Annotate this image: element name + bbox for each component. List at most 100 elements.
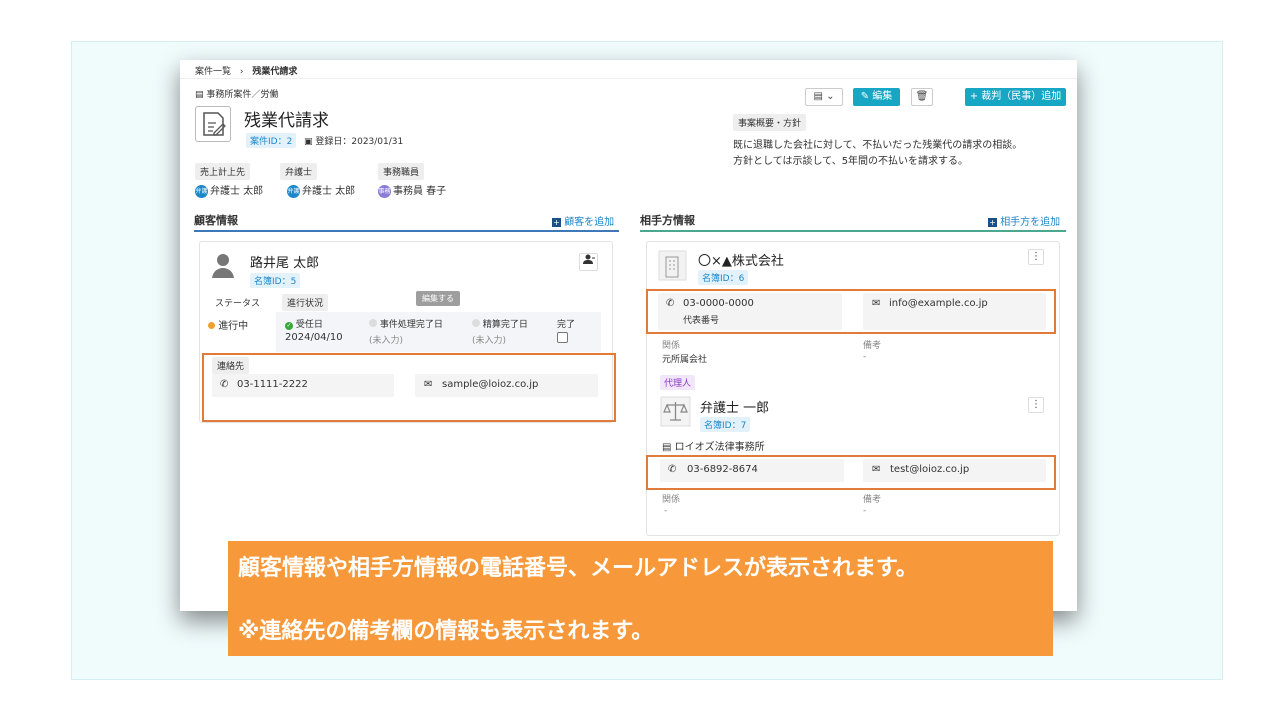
sales-label: 売上計上先	[195, 163, 251, 180]
step-label: 事件処理完了日	[379, 320, 443, 330]
agent-office: ▤ ロイオズ法律事務所	[662, 438, 765, 453]
status-value[interactable]: 進行中	[208, 317, 248, 332]
add-opponent-link[interactable]: + 相手方を追加	[988, 213, 1060, 228]
agent-meibo-id: 名簿ID：7	[700, 417, 751, 432]
more-vertical-icon[interactable]: ⋮	[1028, 249, 1044, 265]
opponent-card	[646, 241, 1060, 536]
breadcrumb-parent[interactable]: 案件一覧	[195, 67, 231, 77]
sales-person[interactable]: 弁護 弁護士 太郎	[195, 182, 263, 198]
person-action-icon[interactable]	[579, 253, 598, 271]
sales-person-name: 弁護士 太郎	[210, 186, 264, 197]
progress-step-1[interactable]: ✓ 受任日	[285, 317, 323, 330]
opponent-note-label: 備考	[863, 341, 882, 351]
customer-section-rule	[194, 230, 619, 232]
avatar: 事務	[378, 184, 391, 198]
more-vertical-icon[interactable]: ⋮	[1028, 397, 1044, 413]
add-customer-link[interactable]: + 顧客を追加	[552, 213, 614, 228]
opponent-relation-value: 元所属会社	[662, 355, 708, 365]
progress-step-2[interactable]: 事件処理完了日	[369, 317, 443, 330]
step-label: 受任日	[295, 320, 323, 330]
company-building-icon	[658, 250, 687, 281]
add-opponent-label: 相手方を追加	[1000, 217, 1061, 228]
step-value: (未入力)	[472, 336, 507, 346]
staff-person[interactable]: 事務 事務員 春子	[378, 182, 446, 198]
opponent-section-rule	[640, 230, 1066, 232]
pending-circle-icon	[472, 319, 480, 327]
avatar: 弁護	[287, 184, 300, 198]
document-menu-button[interactable]: ▤ ⌄	[805, 88, 843, 106]
calendar-icon: ▣	[304, 137, 316, 147]
edit-button-label: 編集	[872, 91, 893, 102]
check-circle-icon: ✓	[285, 322, 293, 330]
step-value: 2024/04/10	[285, 332, 343, 343]
status-value-text: 進行中	[218, 321, 249, 332]
delete-button[interactable]: 🗑	[911, 88, 933, 106]
pending-circle-icon	[369, 319, 377, 327]
lawyer-person-name: 弁護士 太郎	[302, 186, 356, 197]
opponent-meibo-id: 名簿ID：6	[698, 270, 749, 285]
step-value: (未入力)	[369, 336, 404, 346]
status-dot-icon	[208, 322, 215, 329]
edit-tooltip: 編集する	[416, 291, 460, 306]
customer-meibo-id: 名簿ID：5	[250, 273, 301, 288]
caption-line-2: ※連絡先の備考欄の情報も表示されます。	[238, 619, 654, 644]
plus-square-icon: +	[988, 218, 997, 227]
document-icon: ▤	[813, 91, 823, 102]
case-id-badge: 案件ID：2	[246, 133, 297, 148]
progress-step-3[interactable]: 精算完了日	[472, 317, 528, 330]
add-customer-label: 顧客を追加	[564, 217, 615, 228]
agent-contact-highlight	[646, 455, 1056, 490]
agent-relation-label: 関係	[662, 495, 681, 505]
case-category: ▤ 事務所案件／労働	[195, 87, 278, 100]
status-label: ステータス	[210, 294, 266, 311]
agent-relation-value: -	[664, 506, 668, 516]
customer-section-title: 顧客情報	[194, 214, 238, 227]
agent-office-name: ロイオズ法律事務所	[674, 442, 765, 453]
opponent-section-title: 相手方情報	[640, 214, 695, 227]
edit-button[interactable]: ✎ 編集	[853, 88, 900, 106]
chevron-down-icon: ⌄	[826, 91, 835, 102]
case-category-text: 事務所案件／労働	[206, 90, 279, 100]
app-screenshot: 案件一覧 › 残業代請求 ▤ 事務所案件／労働 残業代請求 案件ID：2 ▣ 登…	[180, 60, 1077, 611]
progress-label: 進行状況	[282, 294, 329, 311]
summary-line-2: 方針としては示談して、5年間の不払いを請求する。	[733, 156, 969, 167]
breadcrumb-current: 残業代請求	[252, 67, 298, 77]
complete-checkbox[interactable]	[557, 332, 568, 343]
customer-name[interactable]: 路井尾 太郎	[250, 252, 319, 271]
avatar: 弁護	[195, 184, 208, 198]
lawyer-person[interactable]: 弁護 弁護士 太郎	[287, 182, 355, 198]
agent-tag: 代理人	[660, 375, 696, 390]
caption-line-1: 顧客情報や相手方情報の電話番号、メールアドレスが表示されます。	[238, 556, 918, 581]
customer-contact-highlight	[202, 353, 616, 422]
caption-banner: 顧客情報や相手方情報の電話番号、メールアドレスが表示されます。 ※連絡先の備考欄…	[228, 541, 1053, 656]
step-label: 精算完了日	[482, 320, 528, 330]
person-icon	[210, 251, 236, 279]
summary-line-1: 既に退職した会社に対して、不払いだった残業代の請求の相談。	[733, 140, 1023, 151]
staff-label: 事務職員	[378, 163, 425, 180]
edit-icon: ✎	[860, 91, 870, 102]
trash-icon: 🗑	[915, 91, 929, 102]
registered-date-text: 登録日：2023/01/31	[315, 137, 404, 147]
opponent-relation-label: 関係	[662, 341, 681, 351]
page-title: 残業代請求	[244, 111, 329, 131]
progress-step-complete: 完了	[557, 320, 576, 330]
agent-note-label: 備考	[863, 495, 882, 505]
opponent-name[interactable]: 〇×▲株式会社	[698, 250, 784, 269]
plus-square-icon: +	[552, 218, 561, 227]
office-building-icon: ▤	[662, 442, 675, 453]
staff-person-name: 事務員 春子	[393, 186, 447, 197]
add-trial-button[interactable]: + 裁判（民事）追加	[965, 88, 1066, 106]
breadcrumb-separator: ›	[239, 67, 244, 77]
registered-date: ▣ 登録日：2023/01/31	[304, 134, 403, 147]
scales-icon	[660, 396, 691, 427]
breadcrumb: 案件一覧 › 残業代請求	[195, 64, 297, 77]
agent-note-value: -	[863, 506, 867, 516]
document-edit-icon	[195, 106, 231, 142]
summary-label: 事案概要・方針	[733, 114, 807, 131]
lawyer-label: 弁護士	[280, 163, 318, 180]
opponent-contact-highlight	[646, 289, 1056, 334]
opponent-note-value: -	[863, 352, 867, 362]
divider	[180, 78, 1077, 79]
building-icon: ▤	[195, 90, 204, 100]
agent-name[interactable]: 弁護士 一郎	[700, 397, 769, 416]
